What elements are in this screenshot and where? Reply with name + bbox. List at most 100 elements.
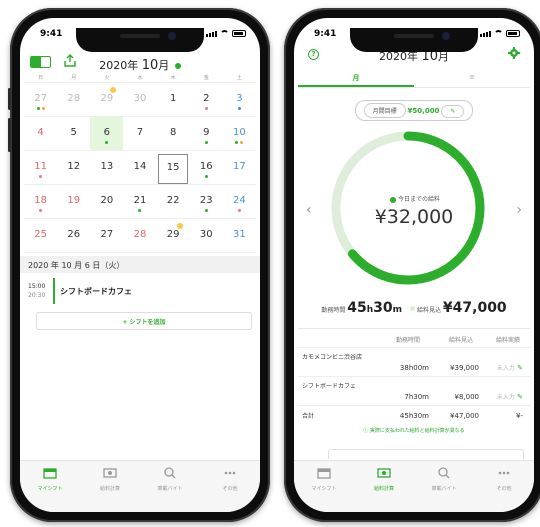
tab-bar: マイシフト 給料計算 車載バイト その他	[294, 460, 534, 512]
weekday-label: 土	[236, 75, 242, 81]
tab-bar: マイシフト 給料計算 車載バイト その他	[20, 460, 260, 512]
calendar-day[interactable]: 16	[189, 151, 223, 185]
calendar-day[interactable]: 19	[57, 185, 91, 219]
weekday-row: 日 月 火 水 木 金 土	[24, 74, 256, 82]
tab-month[interactable]: 月	[298, 70, 414, 87]
hours-h: 45	[347, 300, 367, 316]
wifi-icon	[494, 30, 503, 37]
calendar-day[interactable]: 29	[156, 219, 190, 253]
gear-icon[interactable]	[508, 47, 520, 59]
shift-name: シフトボードカフェ	[60, 286, 132, 296]
calendar-icon	[43, 468, 57, 479]
calendar-day[interactable]: 9	[189, 117, 223, 151]
calendar-day-selected[interactable]: 6	[90, 117, 124, 151]
col-hours: 勤務時間	[395, 337, 420, 344]
tab-label: 給料計算	[99, 486, 120, 492]
calendar-day[interactable]: 7	[123, 117, 157, 151]
calendar-day[interactable]: 28	[57, 83, 91, 117]
tab-more[interactable]: その他	[474, 467, 534, 512]
add-shift-button[interactable]: + シフトを追加	[36, 312, 252, 330]
battery-icon	[232, 30, 246, 37]
shift-end: 20:30	[28, 292, 46, 299]
total-expected: ¥47,000	[450, 411, 479, 420]
month-text: 10	[141, 58, 159, 73]
info-note[interactable]: ⓘ 実際に支払われた給料と給料計算が異なる	[298, 427, 530, 434]
calendar-day[interactable]: 27	[24, 83, 58, 117]
calendar-day[interactable]: 20	[90, 185, 124, 219]
tab-list[interactable]: ≡	[414, 70, 530, 87]
tab-search[interactable]: 車載バイト	[414, 467, 474, 512]
shift-entry[interactable]: 15:00 20:30 シフトボードカフェ	[28, 276, 252, 306]
calendar-day[interactable]: 5	[57, 117, 91, 151]
calendar-day[interactable]: 22	[156, 185, 190, 219]
calendar-day[interactable]: 13	[90, 151, 124, 185]
calendar-day[interactable]: 26	[57, 219, 91, 253]
shift-times: 15:00 20:30	[28, 282, 48, 300]
tab-label: その他	[496, 486, 512, 492]
notch	[76, 28, 204, 52]
calendar-day[interactable]: 25	[24, 219, 58, 253]
calendar-day[interactable]: 29	[90, 83, 124, 117]
calendar-day[interactable]: 30	[123, 83, 157, 117]
calendar-day[interactable]: 1	[156, 83, 190, 117]
next-month-icon[interactable]: ›	[516, 202, 522, 218]
tab-salary[interactable]: 給料計算	[354, 467, 414, 512]
tab-my-shift[interactable]: マイシフト	[20, 467, 80, 512]
tab-label: マイシフト	[311, 486, 337, 492]
weekday-label: 金	[203, 75, 209, 81]
edit-icon: ✎	[441, 105, 465, 118]
notch	[350, 28, 478, 52]
tab-label: マイシフト	[37, 486, 63, 492]
calendar-day[interactable]: 30	[189, 219, 223, 253]
tab-label: その他	[222, 486, 238, 492]
col-actual: 給料実績	[495, 337, 520, 344]
prev-month-icon[interactable]: ‹	[306, 202, 312, 218]
tab-salary[interactable]: 給料計算	[80, 467, 140, 512]
calendar-day-today[interactable]: 15	[156, 151, 190, 185]
table-row[interactable]: カモメコンビニ渋谷店 38h00m ¥39,000 未入力 ✎	[298, 347, 530, 376]
wallet-icon	[377, 468, 391, 478]
calendar-day[interactable]: 24	[222, 185, 256, 219]
tab-my-shift[interactable]: マイシフト	[294, 467, 354, 512]
tab-label: 車載バイト	[157, 486, 183, 492]
calendar-day[interactable]: 4	[24, 117, 58, 151]
year-text: 2020	[99, 59, 128, 72]
calendar-day[interactable]: 28	[123, 219, 157, 253]
calendar-day[interactable]: 27	[90, 219, 124, 253]
month-title[interactable]: 2020年 10月	[20, 57, 260, 73]
col-expected: 給料見込	[448, 337, 473, 344]
stage: 9:41 2020年 10月 日 月 火 水 木 金 土 27 28 29 30…	[0, 0, 540, 527]
signal-icon	[206, 30, 217, 37]
goal-label: 月間目標	[363, 103, 406, 118]
calendar-day[interactable]: 12	[57, 151, 91, 185]
ring-caption: 今日までの給料	[294, 194, 534, 203]
total-label: 合計	[302, 413, 315, 420]
calendar-day[interactable]: 17	[222, 151, 256, 185]
calendar-day[interactable]: 21	[123, 185, 157, 219]
job-actual: 未入力	[496, 394, 515, 401]
tab-more[interactable]: その他	[200, 467, 260, 512]
calendar-day[interactable]: 11	[24, 151, 58, 185]
calendar-day[interactable]: 8	[156, 117, 190, 151]
total-row: 合計 45h30m ¥47,000 ¥-	[298, 405, 530, 425]
wallet-icon	[103, 468, 117, 478]
total-hours: 45h30m	[399, 411, 429, 420]
table-row[interactable]: シフトボードカフェ 7h30m ¥8,000 未入力 ✎	[298, 376, 530, 405]
side-button	[8, 88, 11, 110]
tab-search[interactable]: 車載バイト	[140, 467, 200, 512]
calendar-grid: 27 28 29 30 1 2 3 4 5 6 7 8 9 10 11 12 1…	[24, 82, 256, 253]
edit-icon[interactable]: ✎	[517, 364, 523, 372]
calendar-day[interactable]: 3	[222, 83, 256, 117]
calendar-day[interactable]: 23	[189, 185, 223, 219]
weekday-label: 火	[104, 75, 110, 81]
edit-icon[interactable]: ✎	[517, 393, 523, 401]
tab-label: 給料計算	[373, 486, 394, 492]
calendar-day[interactable]: 10	[222, 117, 256, 151]
memo-badge	[110, 87, 117, 93]
calendar-day[interactable]: 18	[24, 185, 58, 219]
year-unit: 年	[127, 59, 139, 72]
calendar-day[interactable]: 31	[222, 219, 256, 253]
calendar-day[interactable]: 2	[189, 83, 223, 117]
table-header: 勤務時間 給料見込 給料実績	[298, 329, 530, 347]
calendar-day[interactable]: 14	[123, 151, 157, 185]
